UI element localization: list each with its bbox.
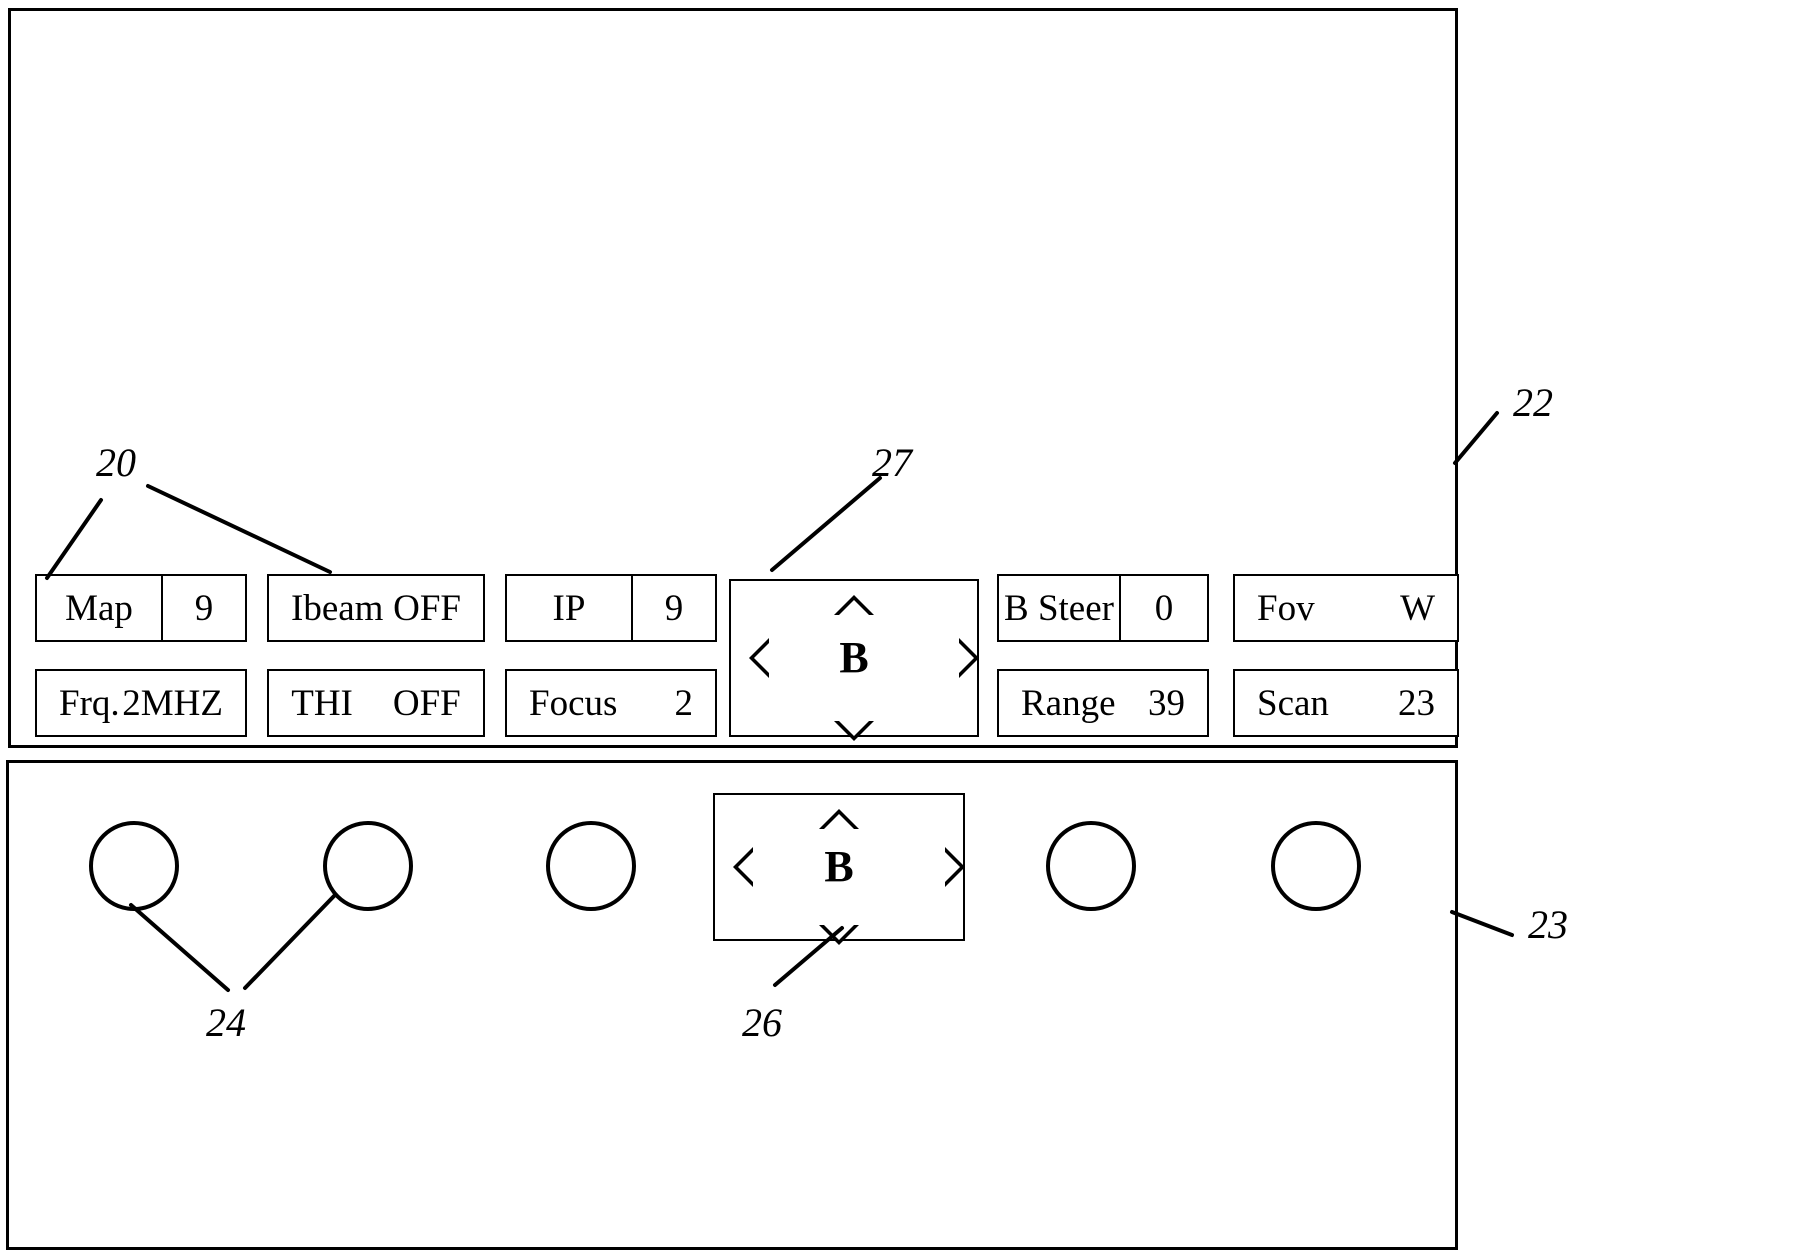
soft-key-fov-value: W	[1400, 587, 1435, 629]
figure-canvas: Map 9 Ibeam OFF IP 9 B Steer 0 Fov W Frq…	[0, 0, 1816, 1258]
soft-key-range-value: 39	[1148, 682, 1185, 724]
control-knob-5[interactable]	[1271, 821, 1361, 911]
control-knob-4[interactable]	[1046, 821, 1136, 911]
soft-key-thi-value: OFF	[392, 682, 461, 724]
soft-key-thi[interactable]: THI OFF	[267, 669, 485, 737]
soft-key-focus[interactable]: Focus 2	[505, 669, 717, 737]
soft-key-focus-label: Focus	[529, 682, 618, 724]
soft-key-fov[interactable]: Fov W	[1233, 574, 1459, 642]
soft-key-b-steer-label: B Steer	[1004, 587, 1114, 629]
leader-22	[1453, 411, 1499, 465]
ref-numeral-24: 24	[206, 1000, 246, 1045]
soft-key-b-steer-label-cell: B Steer	[999, 576, 1121, 640]
soft-key-ip-label-cell: IP	[507, 576, 633, 640]
soft-key-ibeam[interactable]: Ibeam OFF	[267, 574, 485, 642]
ref-numeral-23: 23	[1528, 902, 1568, 947]
touch-screen-panel[interactable]: Map 9 Ibeam OFF IP 9 B Steer 0 Fov W Frq…	[8, 8, 1459, 749]
ref-numeral-27: 27	[872, 440, 912, 485]
soft-key-ibeam-value: OFF	[393, 587, 461, 629]
leader-23	[1450, 910, 1514, 937]
soft-key-b-steer[interactable]: B Steer 0	[997, 574, 1209, 642]
soft-key-focus-value: 2	[674, 682, 694, 724]
soft-key-scan-value: 23	[1398, 682, 1435, 724]
soft-key-map-value-cell: 9	[163, 576, 245, 640]
soft-key-ip-value: 9	[664, 587, 684, 629]
ref-numeral-26: 26	[742, 1000, 782, 1045]
soft-key-ip[interactable]: IP 9	[505, 574, 717, 642]
ref-numeral-22: 22	[1513, 380, 1553, 425]
ref-numeral-20: 20	[96, 440, 136, 485]
control-knob-1[interactable]	[89, 821, 179, 911]
soft-key-ip-value-cell: 9	[633, 576, 715, 640]
control-knob-2[interactable]	[323, 821, 413, 911]
soft-key-map[interactable]: Map 9	[35, 574, 247, 642]
soft-key-scan[interactable]: Scan 23	[1233, 669, 1459, 737]
control-knob-3[interactable]	[546, 821, 636, 911]
bottom-dpad[interactable]: B	[713, 793, 965, 945]
soft-key-map-value: 9	[194, 587, 214, 629]
soft-key-ibeam-label: Ibeam	[291, 587, 384, 629]
soft-key-thi-label: THI	[291, 682, 353, 724]
soft-key-row: Map 9 Ibeam OFF IP 9 B Steer 0 Fov W Frq…	[35, 574, 1459, 749]
soft-key-map-label-cell: Map	[37, 576, 163, 640]
soft-key-fov-label: Fov	[1257, 587, 1315, 629]
top-dpad[interactable]: B	[729, 579, 979, 741]
soft-key-frequency[interactable]: Frq. 2MHZ	[35, 669, 247, 737]
soft-key-range-label: Range	[1021, 682, 1116, 724]
soft-key-map-label: Map	[65, 587, 133, 629]
soft-key-ip-label: IP	[552, 587, 586, 629]
soft-key-frequency-label: Frq.	[59, 682, 120, 724]
soft-key-scan-label: Scan	[1257, 682, 1329, 724]
top-dpad-center-label: B	[839, 633, 869, 682]
soft-key-b-steer-value-cell: 0	[1121, 576, 1207, 640]
soft-key-frequency-value: 2MHZ	[122, 682, 223, 724]
soft-key-range[interactable]: Range 39	[997, 669, 1209, 737]
soft-key-b-steer-value: 0	[1154, 587, 1174, 629]
bottom-dpad-center-label: B	[824, 842, 854, 891]
